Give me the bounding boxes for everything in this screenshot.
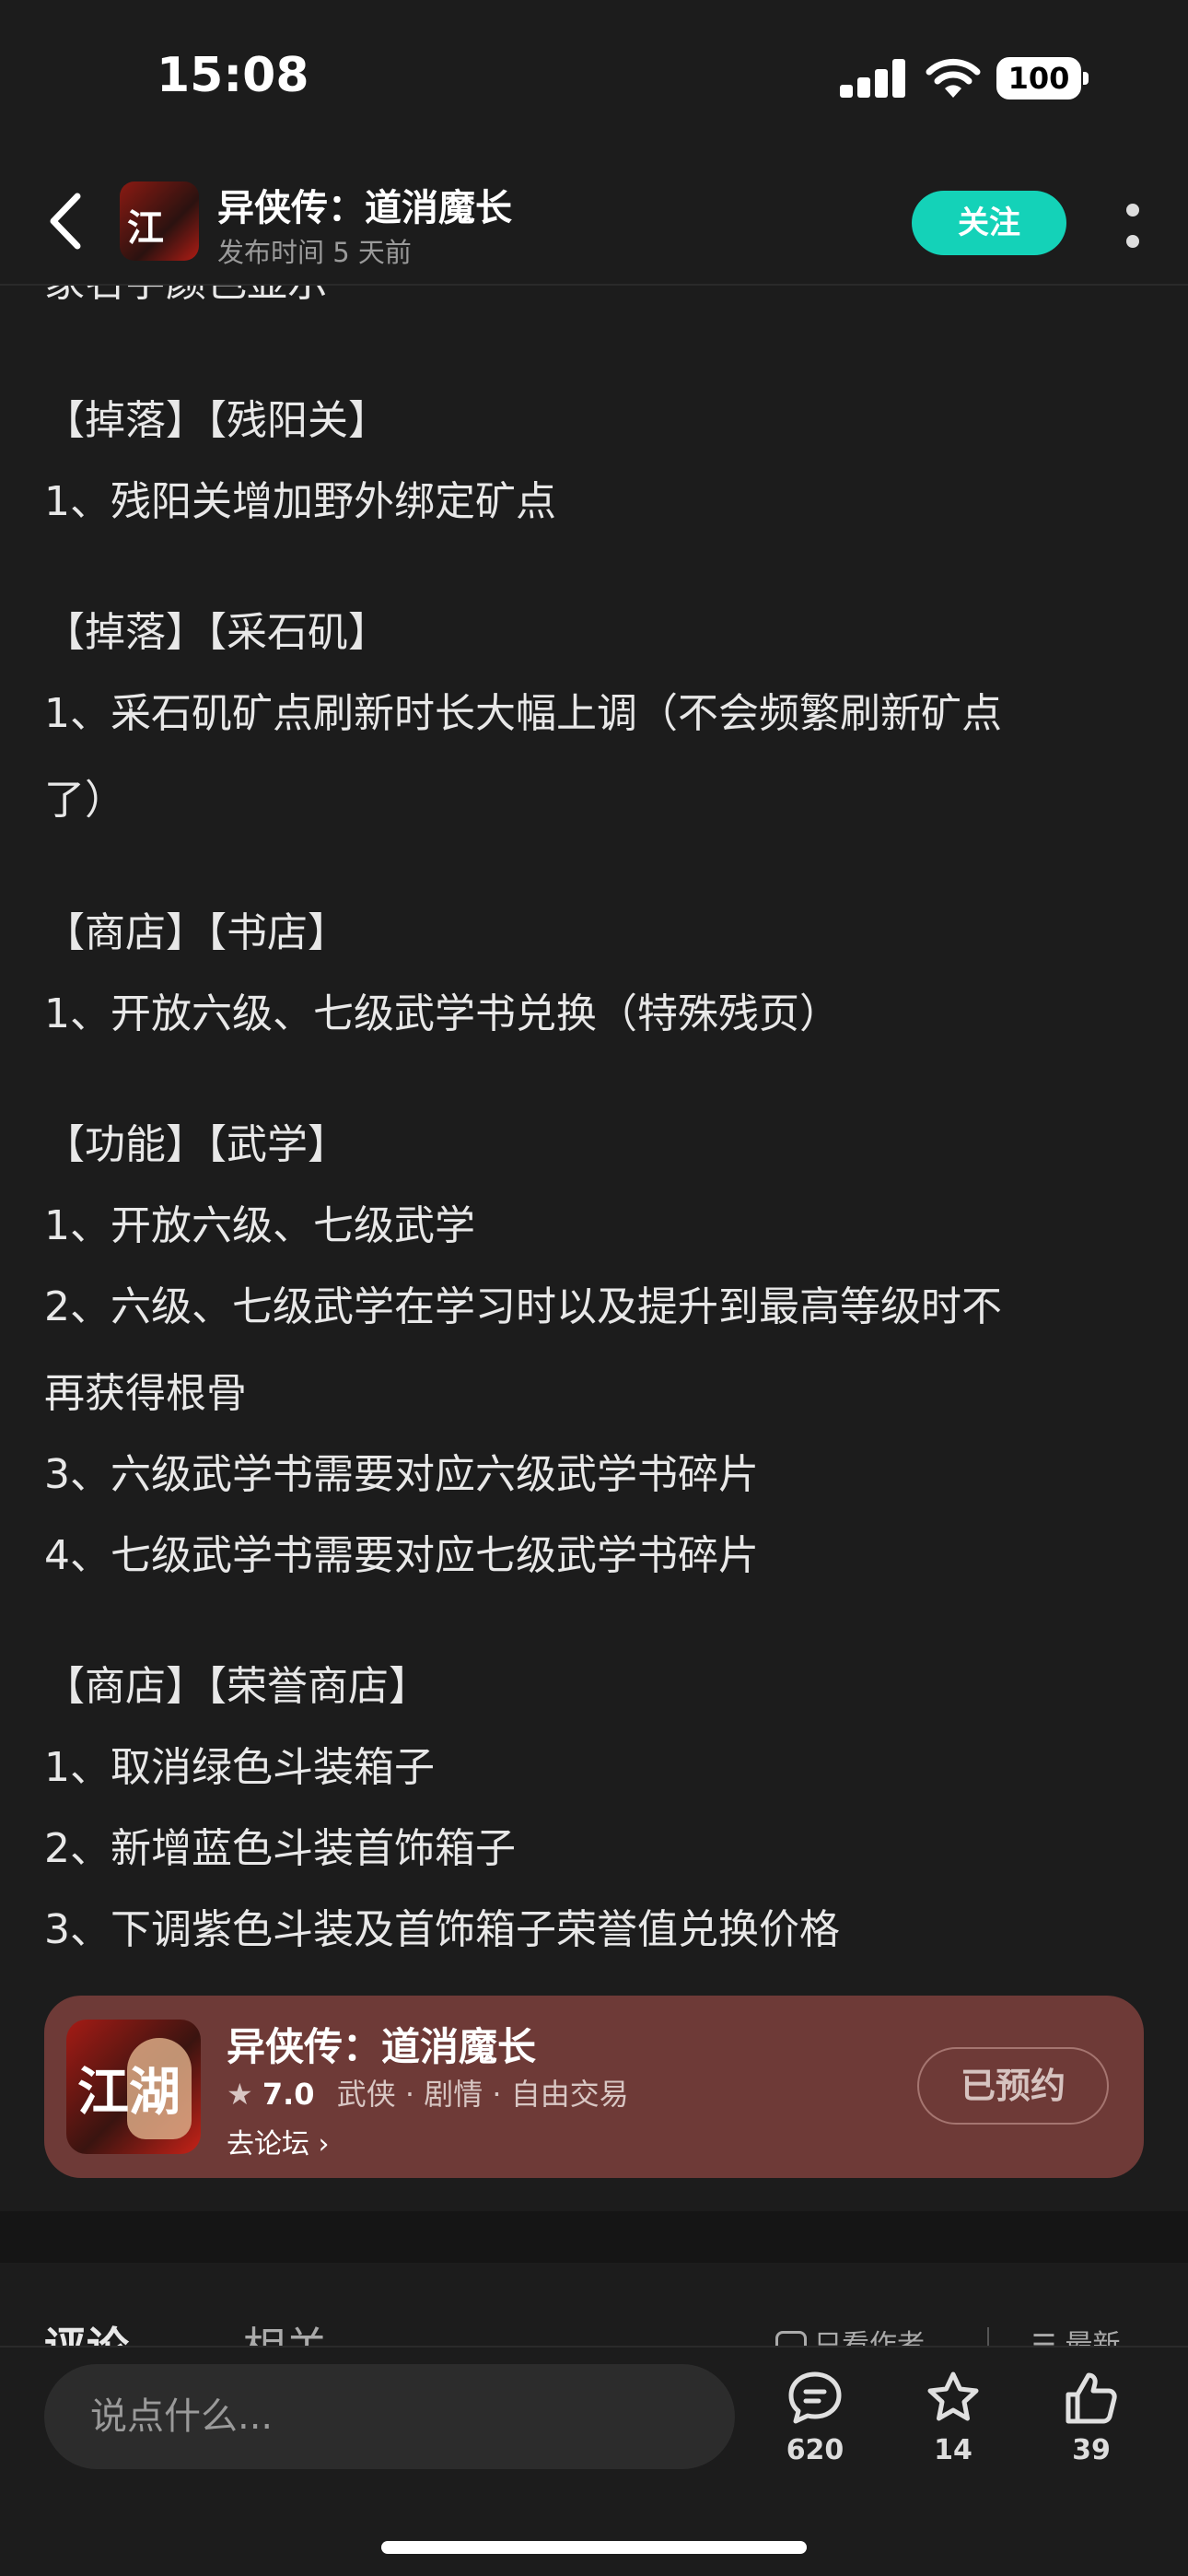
game-card-title: 异侠传：道消魔长 [227, 2024, 537, 2069]
article-line: 1、残阳关增加野外绑定矿点 [44, 478, 556, 525]
section-heading: 【掉落】【采石矶】 [44, 609, 389, 656]
comment-count: 620 [786, 2434, 844, 2466]
comment-tabs: 评论620 相关 只看作者 ☰ 最新 [0, 2263, 1188, 2346]
chevron-right-icon: › [318, 2128, 330, 2160]
section-heading: 【功能】【武学】 [44, 1121, 348, 1168]
section-divider [0, 2211, 1188, 2263]
article-line: 1、采石矶矿点刷新时长大幅上调（不会频繁刷新矿点 [44, 690, 1002, 737]
article-body: 家名字颜色显示 【掉落】【残阳关】 1、残阳关增加野外绑定矿点 【掉落】【采石矶… [0, 286, 1188, 2266]
more-options-icon[interactable] [1114, 198, 1151, 253]
game-card-meta: ★ 7.0 武侠 · 剧情 · 自由交易 [227, 2071, 629, 2113]
star-outline-icon [927, 2371, 979, 2421]
sort-latest-button[interactable]: ☰ 最新 [1031, 2322, 1120, 2346]
checkbox-icon [775, 2330, 807, 2346]
game-avatar[interactable]: 江湖 [120, 181, 199, 261]
article-line: 了） [44, 777, 125, 824]
favorite-button[interactable]: 14 [903, 2370, 1004, 2480]
tab-comments[interactable]: 评论620 [44, 2314, 177, 2346]
article-line: 4、七级武学书需要对应七级武学书碎片 [44, 1532, 759, 1579]
game-title[interactable]: 异侠传：道消魔长 [217, 178, 512, 231]
section-heading: 【掉落】【残阳关】 [44, 397, 389, 444]
tab-related[interactable]: 相关 [243, 2314, 328, 2346]
article-line: 2、六级、七级武学在学习时以及提升到最高等级时不 [44, 1283, 1002, 1330]
article-line: 1、开放六级、七级武学书兑换（特殊残页） [44, 990, 840, 1037]
back-arrow-icon[interactable] [41, 189, 96, 253]
sort-icon: ☰ [1031, 2329, 1056, 2346]
article-line: 3、六级武学书需要对应六级武学书碎片 [44, 1451, 759, 1498]
tab-separator [987, 2327, 989, 2346]
section-heading: 【商店】【荣誉商店】 [44, 1663, 429, 1710]
sort-label: 最新 [1065, 2329, 1121, 2346]
author-only-label: 只看作者 [814, 2329, 925, 2346]
game-score: 7.0 [262, 2077, 315, 2112]
publish-time: 发布时间 5 天前 [217, 237, 412, 268]
article-line: 2、新增蓝色斗装首饰箱子 [44, 1825, 516, 1872]
battery-indicator: 100 [996, 57, 1089, 100]
like-count: 39 [1072, 2434, 1111, 2466]
star-icon: ★ [227, 2077, 253, 2112]
status-time: 15:08 [157, 48, 309, 103]
thumbs-up-icon [1066, 2372, 1117, 2424]
game-avatar-glyph: 江湖 [127, 206, 164, 261]
article-line: 再获得根骨 [44, 1370, 247, 1417]
article-partial-line: 家名字颜色显示 [44, 286, 328, 308]
go-to-forum-link[interactable]: 去论坛 › [227, 2121, 330, 2161]
home-indicator[interactable] [381, 2541, 807, 2554]
comment-bubble-icon [788, 2371, 842, 2424]
post-header: 江湖 异侠传：道消魔长 发布时间 5 天前 关注 [0, 161, 1188, 286]
comment-input[interactable]: 说点什么... [44, 2364, 735, 2469]
game-card[interactable]: 江湖 异侠传：道消魔长 ★ 7.0 武侠 · 剧情 · 自由交易 去论坛 › 已… [44, 1996, 1144, 2178]
game-tags: 武侠 · 剧情 · 自由交易 [336, 2077, 629, 2112]
status-bar: 15:08 100 [0, 0, 1188, 161]
like-button[interactable]: 39 [1041, 2370, 1142, 2480]
reserved-button[interactable]: 已预约 [917, 2047, 1109, 2125]
go-to-forum-label: 去论坛 [227, 2128, 309, 2160]
section-heading: 【商店】【书店】 [44, 909, 348, 956]
follow-button[interactable]: 关注 [912, 191, 1066, 255]
wifi-icon [926, 58, 981, 98]
game-card-icon-glyph: 江湖 [77, 2062, 181, 2123]
tab-comments-label: 评论 [44, 2323, 129, 2346]
article-line: 3、下调紫色斗装及首饰箱子荣誉值兑换价格 [44, 1906, 840, 1953]
cellular-signal-icon [840, 59, 906, 98]
article-line: 1、开放六级、七级武学 [44, 1202, 475, 1249]
author-only-toggle[interactable]: 只看作者 [775, 2322, 925, 2346]
article-line: 1、取消绿色斗装箱子 [44, 1744, 435, 1791]
comment-button[interactable]: 620 [764, 2370, 866, 2480]
game-card-icon: 江湖 [66, 2020, 201, 2154]
favorite-count: 14 [934, 2434, 973, 2466]
